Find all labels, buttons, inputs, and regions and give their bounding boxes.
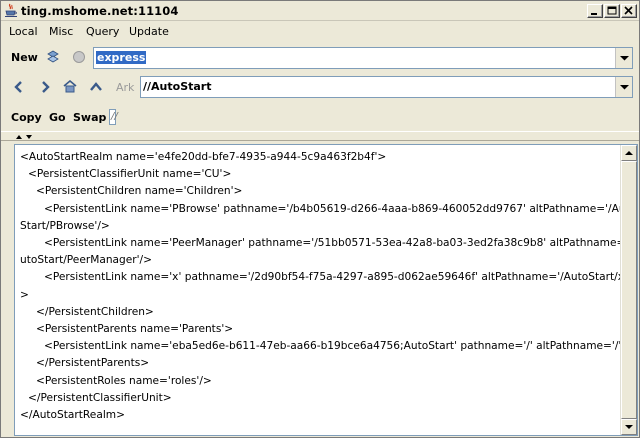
close-button[interactable] [621, 4, 637, 18]
xml-line: utoStart/PeerManager'/> [20, 254, 152, 267]
query-input[interactable]: express [96, 51, 147, 64]
chevron-down-icon [620, 56, 629, 61]
copy-button[interactable]: Copy [11, 111, 42, 124]
xml-content-pane[interactable]: <AutoStartRealm name='e4fe20dd-bfe7-4935… [14, 144, 638, 436]
path-combo[interactable]: //AutoStart [140, 76, 633, 98]
vertical-scrollbar[interactable] [620, 145, 637, 435]
xml-line: <PersistentParents name='Parents'> [36, 323, 234, 336]
go-button[interactable]: Go [49, 111, 66, 124]
menu-query[interactable]: Query [86, 25, 119, 38]
app-window: ting.mshome.net:11104 Local Misc Query U… [0, 0, 640, 438]
xml-text-area[interactable]: <AutoStartRealm name='e4fe20dd-bfe7-4935… [15, 145, 621, 435]
ark-label[interactable]: Ark [116, 81, 134, 94]
minimize-icon [591, 13, 597, 15]
splitter[interactable] [1, 131, 639, 141]
title-bar[interactable]: ting.mshome.net:11104 [1, 1, 639, 21]
menu-misc[interactable]: Misc [49, 25, 73, 38]
close-icon [624, 6, 633, 15]
swap-field-value: // [111, 111, 118, 122]
menu-local[interactable]: Local [9, 25, 38, 38]
execute-query-icon[interactable] [46, 50, 60, 64]
window-title: ting.mshome.net:11104 [21, 4, 179, 18]
xml-line: </PersistentClassifierUnit> [28, 391, 172, 404]
navigation-toolbar: Ark //AutoStart [1, 73, 639, 101]
path-input[interactable]: //AutoStart [143, 80, 211, 93]
swap-field[interactable]: // [109, 109, 118, 125]
up-arrow-icon[interactable] [89, 81, 103, 93]
xml-line: <PersistentChildren name='Children'> [36, 185, 243, 198]
query-dropdown-button[interactable] [615, 48, 632, 68]
maximize-button[interactable] [604, 4, 620, 18]
scroll-down-button[interactable] [621, 419, 637, 435]
minimize-button[interactable] [587, 4, 603, 18]
xml-line: <PersistentLink name='x' pathname='/2d90… [44, 271, 621, 284]
new-button[interactable]: New [11, 51, 38, 64]
java-coffee-icon [5, 3, 17, 17]
xml-line: > [20, 288, 29, 301]
forward-arrow-icon[interactable] [39, 81, 51, 93]
maximize-icon [607, 6, 617, 15]
scrollbar-thumb[interactable] [621, 161, 637, 419]
xml-line: <PersistentLink name='eba5ed6e-b611-47eb… [44, 340, 621, 353]
xml-line: </PersistentParents> [36, 357, 150, 370]
xml-line: </AutoStartRealm> [20, 409, 125, 422]
xml-line: <AutoStartRealm name='e4fe20dd-bfe7-4935… [20, 151, 387, 163]
swap-button[interactable]: Swap [73, 111, 106, 124]
home-icon[interactable] [63, 80, 77, 93]
action-toolbar: Copy Go Swap // [1, 104, 639, 130]
path-dropdown-button[interactable] [615, 77, 632, 97]
xml-line: <PersistentClassifierUnit name='CU'> [28, 168, 232, 181]
xml-line: <PersistentRoles name='roles'/> [36, 374, 212, 387]
collapse-arrows-icon[interactable] [15, 133, 35, 140]
xml-line: <PersistentLink name='PeerManager' pathn… [44, 237, 621, 250]
xml-line: <PersistentLink name='PBrowse' pathname=… [44, 202, 621, 215]
xml-line: Start/PBrowse'/> [20, 219, 110, 232]
menu-update[interactable]: Update [129, 25, 169, 38]
query-combo[interactable]: express [93, 47, 633, 69]
xml-line: </PersistentChildren> [36, 305, 154, 318]
chevron-down-icon [620, 85, 629, 90]
scroll-up-button[interactable] [621, 145, 637, 161]
scroll-down-icon [625, 425, 633, 429]
query-toolbar: New express [1, 43, 639, 71]
stop-icon[interactable] [72, 50, 86, 64]
back-arrow-icon[interactable] [13, 81, 25, 93]
scroll-up-icon [625, 151, 633, 155]
menu-bar: Local Misc Query Update [1, 22, 639, 42]
